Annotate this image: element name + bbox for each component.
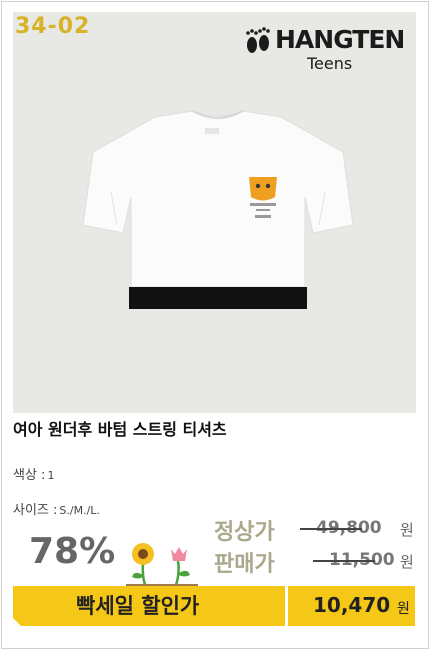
color-label: 색상 : xyxy=(13,468,46,483)
flash-sale-label: 빡세일 할인가 xyxy=(76,594,200,618)
brand-logo: HANGTEN Teens xyxy=(241,20,406,73)
brand-name: HANGTEN xyxy=(275,25,405,54)
size-value: S./M./L. xyxy=(59,504,100,517)
product-title[interactable]: 여아 원더후 바텀 스트링 티셔츠 xyxy=(13,416,227,440)
footprints-icon xyxy=(246,27,270,53)
regular-price-label: 정상가 xyxy=(214,520,275,545)
regular-price-currency: 원 xyxy=(400,521,414,539)
final-price-currency: 원 xyxy=(397,601,410,617)
sale-price-currency: 원 xyxy=(400,553,414,571)
color-option: 색상 :1 xyxy=(13,464,54,483)
regular-price: 49,800 xyxy=(300,518,382,538)
color-value: 1 xyxy=(47,469,55,482)
discount-percent: 78% xyxy=(29,531,116,572)
flowers-icon xyxy=(126,543,198,586)
tshirt-image xyxy=(82,110,354,309)
final-price: 10,470 xyxy=(313,593,391,617)
sale-price-label: 판매가 xyxy=(214,552,275,577)
strike-line xyxy=(313,560,375,562)
product-image[interactable]: 34-02 HANGTEN Teens xyxy=(13,12,416,413)
strike-line xyxy=(300,528,362,530)
size-option: 사이즈 : S./M./L. xyxy=(13,499,100,518)
product-code: 34-02 xyxy=(15,14,91,39)
size-label: 사이즈 : xyxy=(13,503,58,518)
sale-price: 11,500 xyxy=(313,550,395,570)
brand-sub: Teens xyxy=(307,54,353,73)
